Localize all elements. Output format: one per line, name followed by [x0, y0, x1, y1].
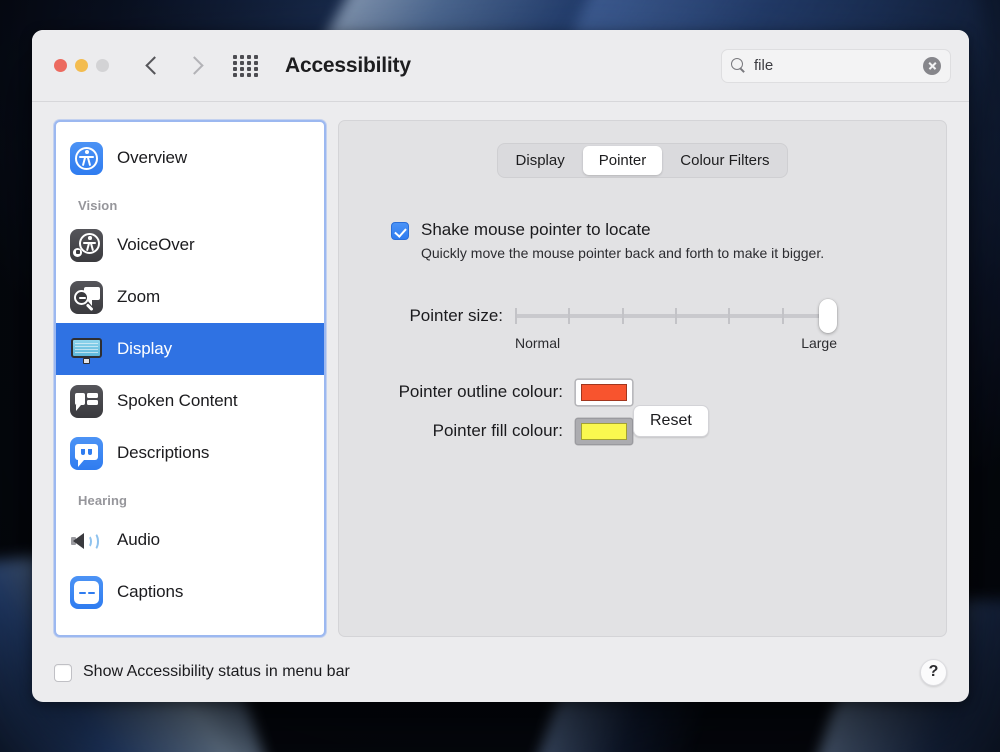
show-status-setting[interactable]: Show Accessibility status in menu bar	[54, 662, 350, 682]
system-preferences-window: Accessibility file Overview Vision Voice…	[32, 30, 969, 702]
show-status-checkbox[interactable]	[54, 664, 72, 682]
pointer-size-setting: Pointer size:	[359, 298, 926, 333]
sidebar-item-label: Descriptions	[117, 443, 210, 462]
display-icon	[70, 333, 103, 366]
shake-pointer-setting: Shake mouse pointer to locate Quickly mo…	[359, 220, 926, 263]
shake-pointer-checkbox[interactable]	[391, 222, 409, 240]
navigation-buttons	[145, 55, 203, 77]
desktop-background: Accessibility file Overview Vision Voice…	[0, 0, 1000, 752]
tab-bar: Display Pointer Colour Filters	[359, 143, 926, 178]
reset-button[interactable]: Reset	[633, 404, 709, 437]
close-button[interactable]	[54, 59, 67, 72]
sidebar-header-hearing: Hearing	[78, 493, 128, 508]
pointer-fill-colour-label: Pointer fill colour:	[432, 421, 563, 441]
clear-search-icon[interactable]	[923, 56, 941, 75]
sidebar-item-descriptions[interactable]: Descriptions	[56, 427, 324, 479]
sidebar-item-captions[interactable]: Captions	[56, 566, 324, 618]
slider-thumb[interactable]	[819, 298, 837, 333]
sidebar-item-zoom[interactable]: Zoom	[56, 271, 324, 323]
slider-max-label: Large	[801, 334, 837, 351]
accessibility-icon	[70, 141, 103, 175]
fill-colour-swatch	[581, 422, 627, 440]
sidebar-item-label: VoiceOver	[117, 235, 195, 254]
sidebar-header-vision: Vision	[78, 198, 118, 213]
outline-colour-swatch	[581, 383, 627, 401]
search-field[interactable]: file	[721, 48, 951, 83]
tab-pointer[interactable]: Pointer	[582, 146, 663, 175]
slider-ticks	[515, 307, 837, 324]
sidebar-item-label: Display	[117, 339, 173, 358]
pointer-size-slider[interactable]	[515, 298, 837, 333]
forward-arrow-icon[interactable]	[187, 55, 203, 77]
sidebar-item-voiceover[interactable]: VoiceOver	[56, 219, 324, 271]
captions-icon	[70, 575, 103, 609]
show-status-label: Show Accessibility status in menu bar	[83, 663, 350, 680]
spoken-content-icon	[70, 384, 103, 418]
slider-end-labels: Normal Large	[515, 335, 837, 351]
zoom-button[interactable]	[96, 59, 109, 72]
search-input-value[interactable]: file	[754, 57, 915, 74]
pointer-fill-colour-well[interactable]	[575, 417, 633, 445]
pointer-outline-colour-well[interactable]	[575, 378, 633, 406]
pointer-colours: Pointer outline colour: Pointer fill col…	[359, 378, 926, 445]
audio-icon	[70, 524, 103, 557]
sidebar-item-display[interactable]: Display	[56, 323, 324, 375]
sidebar: Overview Vision VoiceOver Zoom Display S…	[54, 120, 326, 637]
traffic-lights	[54, 59, 109, 72]
all-settings-grid-icon[interactable]	[233, 54, 259, 77]
content-panel: Display Pointer Colour Filters Shake mou…	[338, 120, 947, 637]
sidebar-item-label: Audio	[117, 530, 160, 549]
window-titlebar: Accessibility file	[32, 30, 969, 102]
minimize-button[interactable]	[75, 59, 88, 72]
sidebar-item-audio[interactable]: Audio	[56, 514, 324, 566]
tab-colour-filters[interactable]: Colour Filters	[664, 146, 785, 175]
help-button[interactable]: ?	[920, 658, 947, 686]
shake-pointer-label: Shake mouse pointer to locate	[421, 220, 651, 239]
back-arrow-icon[interactable]	[145, 55, 161, 77]
sidebar-item-spoken-content[interactable]: Spoken Content	[56, 375, 324, 427]
voiceover-icon	[70, 228, 103, 262]
slider-min-label: Normal	[515, 334, 561, 351]
search-icon	[731, 58, 746, 73]
sidebar-item-overview[interactable]: Overview	[56, 132, 324, 184]
sidebar-item-label: Spoken Content	[117, 391, 238, 410]
pointer-outline-colour-label: Pointer outline colour:	[398, 382, 563, 402]
window-footer: Show Accessibility status in menu bar ?	[32, 642, 969, 702]
pointer-outline-colour-row: Pointer outline colour:	[375, 378, 926, 406]
zoom-icon	[70, 280, 103, 314]
tab-display[interactable]: Display	[500, 146, 581, 175]
window-body: Overview Vision VoiceOver Zoom Display S…	[32, 102, 969, 642]
shake-pointer-description: Quickly move the mouse pointer back and …	[421, 245, 825, 261]
page-title: Accessibility	[285, 53, 411, 77]
sidebar-item-label: Zoom	[117, 287, 161, 306]
sidebar-item-label: Overview	[117, 148, 188, 167]
sidebar-item-label: Captions	[117, 582, 184, 601]
descriptions-icon	[70, 436, 103, 470]
pointer-size-label: Pointer size:	[409, 305, 503, 325]
